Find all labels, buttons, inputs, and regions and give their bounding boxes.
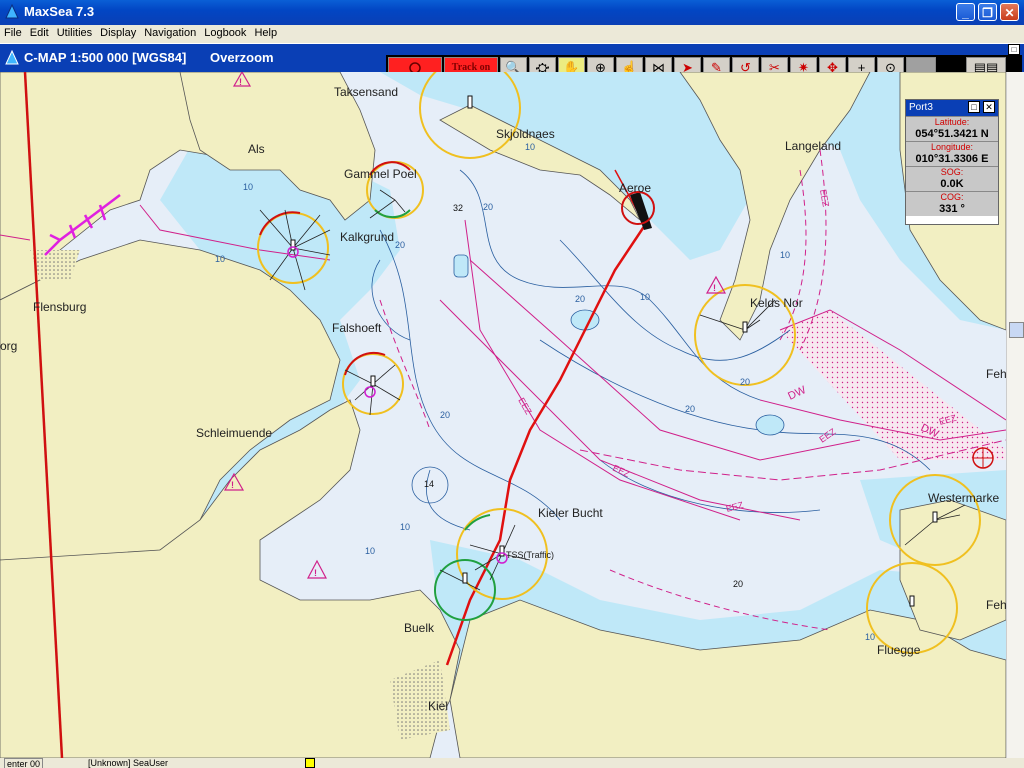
svg-text:10: 10 xyxy=(780,250,790,260)
svg-text:!: ! xyxy=(713,283,716,293)
svg-text:!: ! xyxy=(239,77,242,87)
menu-file[interactable]: File xyxy=(0,25,26,39)
svg-text:20: 20 xyxy=(483,202,493,212)
sog-value: 0.0K xyxy=(940,178,964,190)
chart-restore-button[interactable]: □ xyxy=(1008,44,1020,55)
label-kiel: Kiel xyxy=(428,699,448,713)
label-kelds-nor: Kelds Nor xyxy=(750,296,803,310)
svg-text:10: 10 xyxy=(243,182,253,192)
menu-bar: File Edit Utilities Display Navigation Logboo… xyxy=(0,25,1024,43)
shoal-3 xyxy=(755,414,785,436)
latitude-cell: Latitude: 054°51.3421 N xyxy=(906,116,998,141)
label-kieler-bucht: Kieler Bucht xyxy=(538,506,603,520)
minimize-button[interactable]: _ xyxy=(956,3,975,21)
sog-cell: SOG: 0.0K xyxy=(906,166,998,191)
port-symbol xyxy=(972,447,994,469)
overzoom-label: Overzoom xyxy=(210,50,274,65)
menu-utilities[interactable]: Utilities xyxy=(53,25,96,39)
svg-text:20: 20 xyxy=(685,404,695,414)
svg-text:20: 20 xyxy=(440,410,450,420)
menu-logbook[interactable]: Logbook xyxy=(200,25,250,39)
label-kalkgrund: Kalkgrund xyxy=(340,230,394,244)
longitude-value: 010°31.3306 E xyxy=(915,153,989,165)
label-taksensand: Taksensand xyxy=(334,85,398,99)
cog-label: COG: xyxy=(940,192,964,202)
menu-navigation[interactable]: Navigation xyxy=(140,25,200,39)
svg-text:20: 20 xyxy=(395,240,405,250)
label-feh-top: Feh xyxy=(986,367,1006,381)
svg-text:10: 10 xyxy=(525,142,535,152)
svg-text:!: ! xyxy=(314,568,317,578)
position-info-panel[interactable]: Port3 □ ✕ Latitude: 054°51.3421 N Longit… xyxy=(905,99,999,225)
info-panel-header: Port3 □ ✕ xyxy=(906,100,998,116)
label-flensburg: Flensburg xyxy=(33,300,86,314)
menu-help[interactable]: Help xyxy=(250,25,281,39)
svg-text:20: 20 xyxy=(733,579,743,589)
latitude-value: 054°51.3421 N xyxy=(915,128,989,140)
latitude-label: Latitude: xyxy=(934,117,970,127)
shoal xyxy=(453,254,469,278)
longitude-cell: Longitude: 010°31.3306 E xyxy=(906,141,998,166)
chart-icon xyxy=(5,50,19,65)
nautical-chart[interactable]: EEZ EEZ EEZ EEZ EEZ EEZ DW DW ! ! ! ! Ta… xyxy=(0,72,1006,758)
label-als: Als xyxy=(248,142,265,156)
svg-text:14: 14 xyxy=(424,479,434,489)
svg-text:10: 10 xyxy=(640,292,650,302)
menu-display[interactable]: Display xyxy=(96,25,140,39)
label-schleimuende: Schleimuende xyxy=(196,426,272,440)
svg-text:10: 10 xyxy=(365,546,375,556)
window-titlebar: MaxSea 7.3 _ ❐ ✕ xyxy=(0,0,1024,25)
label-skjoldnaes: Skjoldnaes xyxy=(496,127,555,141)
scroll-thumb[interactable] xyxy=(1009,322,1024,338)
sog-label: SOG: xyxy=(940,167,964,177)
longitude-label: Longitude: xyxy=(930,142,974,152)
label-org: org xyxy=(0,339,17,353)
label-feh-bottom: Feh xyxy=(986,598,1006,612)
menu-edit[interactable]: Edit xyxy=(26,25,53,39)
status-indicator xyxy=(305,758,315,768)
label-traffic: TSS(Traffic) xyxy=(506,550,554,560)
svg-text:20: 20 xyxy=(740,377,750,387)
restore-button[interactable]: ❐ xyxy=(978,3,997,21)
svg-text:10: 10 xyxy=(865,632,875,642)
cog-cell: COG: 331 ° xyxy=(906,191,998,216)
app-icon xyxy=(5,4,19,19)
window-title: MaxSea 7.3 xyxy=(24,4,95,19)
chart-canvas[interactable]: EEZ EEZ EEZ EEZ EEZ EEZ DW DW !!!! Takse… xyxy=(0,72,1006,758)
cog-value: 331 ° xyxy=(939,203,965,215)
panel-restore-button[interactable]: □ xyxy=(968,101,980,113)
label-falshoeft: Falshoeft xyxy=(332,321,382,335)
svg-text:!: ! xyxy=(231,480,234,490)
status-bar: enter 00 [Unknown] SeaUser xyxy=(0,758,1024,768)
svg-text:10: 10 xyxy=(215,254,225,264)
label-gammel-poel: Gammel Poel xyxy=(344,167,417,181)
svg-text:20: 20 xyxy=(575,294,585,304)
status-user: [Unknown] SeaUser xyxy=(88,758,169,768)
label-buelk: Buelk xyxy=(404,621,435,635)
close-button[interactable]: ✕ xyxy=(1000,3,1019,21)
label-langeland: Langeland xyxy=(785,139,841,153)
label-westermarke: Westermarke xyxy=(928,491,999,505)
vertical-scrollbar[interactable] xyxy=(1006,72,1024,758)
svg-text:32: 32 xyxy=(453,203,463,213)
info-panel-title: Port3 xyxy=(909,102,933,113)
label-aeroe: Aeroe xyxy=(619,181,651,195)
chart-scale-title: C-MAP 1:500 000 [WGS84] xyxy=(24,50,187,65)
label-fluegge: Fluegge xyxy=(877,643,921,657)
status-left: enter 00 xyxy=(4,758,44,768)
svg-text:10: 10 xyxy=(400,522,410,532)
land-fehmarn xyxy=(899,499,1006,641)
panel-close-button[interactable]: ✕ xyxy=(983,101,995,113)
